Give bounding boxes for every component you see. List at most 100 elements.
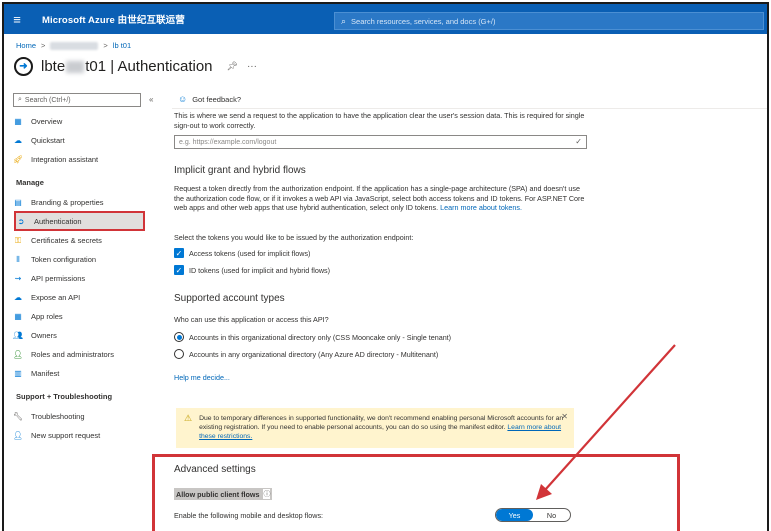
logout-description: This is where we send a request to the a… <box>174 111 585 130</box>
access-tokens-label: Access tokens (used for implicit flows) <box>189 248 311 258</box>
sidebar-item-label: Certificates & secrets <box>31 236 102 245</box>
warning-icon: ⚠ <box>184 413 193 423</box>
manifest-icon: ▥ <box>14 369 22 378</box>
sidebar-item-authentication[interactable]: ➲ Authentication <box>14 211 145 231</box>
top-bar: ≡ Microsoft Azure 由世纪互联运营 ⌕ Search resou… <box>4 4 767 34</box>
sidebar-search-input[interactable]: ⌕ Search (Ctrl+/) <box>13 93 141 107</box>
sidebar-item-label: Token configuration <box>31 255 97 264</box>
access-tokens-row[interactable]: ✓ Access tokens (used for implicit flows… <box>174 248 310 258</box>
title-redacted <box>66 61 85 74</box>
sidebar-item-token-configuration[interactable]: ⦀ Token configuration <box>13 251 161 268</box>
warning-message: Due to temporary differences in supporte… <box>199 414 566 442</box>
sidebar-item-quickstart[interactable]: ☁ Quickstart <box>13 132 161 149</box>
account-single-tenant-label: Accounts in this organizational director… <box>189 332 452 342</box>
sidebar-search-placeholder: Search (Ctrl+/) <box>24 96 71 104</box>
app-registration-icon: ➜ <box>14 57 33 76</box>
account-single-tenant-radio[interactable] <box>174 332 184 342</box>
breadcrumb-separator-2: > <box>103 41 108 50</box>
logout-url-input[interactable]: e.g. https://example.com/logout ✓ <box>174 135 587 149</box>
sidebar-item-owners[interactable]: 👥︎ Owners <box>13 327 161 344</box>
id-tokens-checkbox[interactable]: ✓ <box>174 265 184 275</box>
authentication-icon: ➲ <box>17 216 25 226</box>
access-tokens-checkbox[interactable]: ✓ <box>174 248 184 258</box>
divider <box>172 108 767 109</box>
feedback-label: Got feedback? <box>192 94 241 104</box>
sidebar-item-label: Authentication <box>34 216 82 226</box>
rocket-icon: 🚀︎ <box>12 155 24 164</box>
sidebar-item-api-permissions[interactable]: ⇝ API permissions <box>13 270 161 287</box>
breadcrumb-home[interactable]: Home <box>16 41 36 50</box>
sidebar-item-label: Quickstart <box>31 136 65 145</box>
sidebar: ⌕ Search (Ctrl+/) « ▦ Overview ☁ Quickst… <box>4 90 164 531</box>
warning-banner: ⚠ Due to temporary differences in suppor… <box>176 408 574 448</box>
id-tokens-label: ID tokens (used for implicit and hybrid … <box>189 265 331 275</box>
breadcrumb: Home > > lb t01 <box>16 41 131 50</box>
branding-icon: ▤ <box>14 198 22 207</box>
account-multi-tenant-label: Accounts in any organizational directory… <box>189 349 439 359</box>
checkmark-icon: ✓ <box>575 137 582 146</box>
sidebar-item-label: Expose an API <box>31 293 81 302</box>
brand-title[interactable]: Microsoft Azure 由世纪互联运营 <box>42 12 185 26</box>
hamburger-icon[interactable]: ≡ <box>4 4 30 34</box>
support-icon: 👤︎ <box>12 431 24 440</box>
sidebar-item-certificates[interactable]: ⚿ Certificates & secrets <box>13 232 161 249</box>
search-icon: ⌕ <box>341 15 347 26</box>
overview-icon: ▦ <box>14 117 22 126</box>
owners-icon: 👥︎ <box>12 331 24 340</box>
sidebar-item-label: Owners <box>31 331 57 340</box>
collapse-sidebar-icon[interactable]: « <box>149 95 153 104</box>
portal-window: ≡ Microsoft Azure 由世纪互联运营 ⌕ Search resou… <box>2 2 769 531</box>
account-single-tenant-row[interactable]: Accounts in this organizational director… <box>174 332 451 342</box>
breadcrumb-redacted <box>50 41 99 50</box>
sidebar-item-label: Roles and administrators <box>31 350 114 359</box>
allow-public-client-flows-label: Allow public client flows ⓘ <box>174 488 273 500</box>
main-content: ☺ Got feedback? This is where we send a … <box>152 90 767 531</box>
account-multi-tenant-radio[interactable] <box>174 349 184 359</box>
implicit-grant-heading: Implicit grant and hybrid flows <box>174 165 306 176</box>
quickstart-icon: ☁ <box>14 136 22 145</box>
page-title: lbte t01 | Authentication <box>41 58 213 75</box>
sidebar-item-roles-admins[interactable]: 👤︎ Roles and administrators <box>13 346 161 363</box>
info-icon[interactable]: ⓘ <box>263 489 271 499</box>
implicit-grant-text: Request a token directly from the author… <box>174 184 585 212</box>
global-search-placeholder: Search resources, services, and docs (G+… <box>351 16 496 26</box>
sidebar-item-label: Manifest <box>31 369 60 378</box>
sidebar-item-troubleshooting[interactable]: 🔧︎ Troubleshooting <box>13 408 161 425</box>
roles-icon: 👤︎ <box>12 350 24 359</box>
help-me-decide-link[interactable]: Help me decide... <box>174 373 589 383</box>
public-client-toggle[interactable]: Yes No <box>495 508 571 522</box>
sidebar-item-expose-api[interactable]: ☁ Expose an API <box>13 289 161 306</box>
close-icon[interactable]: ✕ <box>561 412 568 421</box>
api-permissions-icon: ⇝ <box>14 274 22 283</box>
learn-more-tokens-link[interactable]: Learn more about tokens. <box>440 203 522 212</box>
account-multi-tenant-row[interactable]: Accounts in any organizational directory… <box>174 349 438 359</box>
breadcrumb-app[interactable]: lb t01 <box>113 41 131 50</box>
sidebar-item-label: App roles <box>31 312 63 321</box>
toggle-yes[interactable]: Yes <box>496 509 533 521</box>
ellipsis-icon[interactable]: ··· <box>247 61 257 72</box>
toggle-no[interactable]: No <box>533 509 570 521</box>
sidebar-item-manifest[interactable]: ▥ Manifest <box>13 365 161 382</box>
token-icon: ⦀ <box>16 254 20 264</box>
key-icon: ⚿ <box>14 235 22 245</box>
app-roles-icon: ▦ <box>14 312 22 321</box>
pin-icon[interactable]: 📌︎ <box>227 61 238 72</box>
sidebar-item-app-roles[interactable]: ▦ App roles <box>13 308 161 325</box>
feedback-link[interactable]: ☺ Got feedback? <box>178 94 241 104</box>
global-search-input[interactable]: ⌕ Search resources, services, and docs (… <box>334 12 764 30</box>
wrench-icon: 🔧︎ <box>12 412 24 421</box>
id-tokens-row[interactable]: ✓ ID tokens (used for implicit and hybri… <box>174 265 330 275</box>
implicit-grant-description: Request a token directly from the author… <box>174 184 589 213</box>
advanced-settings-heading: Advanced settings <box>174 464 256 475</box>
feedback-icon: ☺ <box>178 94 188 104</box>
search-icon: ⌕ <box>18 96 22 103</box>
sidebar-item-integration-assistant[interactable]: 🚀︎ Integration assistant <box>13 151 161 168</box>
sidebar-item-label: Integration assistant <box>31 155 99 164</box>
manage-heading: Manage <box>16 178 44 187</box>
account-types-prompt: Who can use this application or access t… <box>174 315 329 324</box>
cloud-icon: ☁ <box>14 293 22 302</box>
sidebar-item-new-support-request[interactable]: 👤︎ New support request <box>13 427 161 444</box>
sidebar-item-branding[interactable]: ▤ Branding & properties <box>13 194 161 211</box>
sidebar-item-overview[interactable]: ▦ Overview <box>13 113 161 130</box>
page-title-row: ➜ lbte t01 | Authentication 📌︎ ··· <box>14 57 257 76</box>
